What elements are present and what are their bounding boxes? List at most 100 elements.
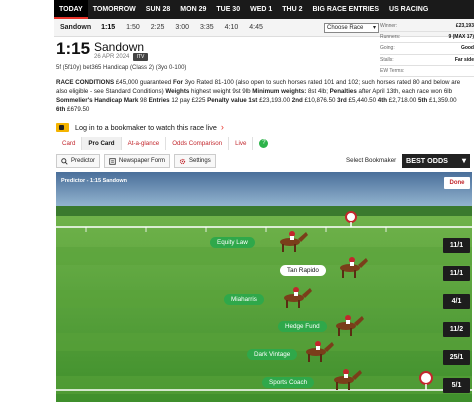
race-time-heading: 1:15 <box>56 39 91 58</box>
conditions-text: 98 <box>138 96 149 104</box>
day-tab-tue30[interactable]: TUE 30 <box>211 0 245 19</box>
race-predictor: Predictor - 1:15 Sandown Done Equity Law… <box>56 172 472 402</box>
bookmaker-login-text: Log in to a bookmaker to watch this race… <box>75 122 217 132</box>
settings-button[interactable]: Settings <box>174 154 216 168</box>
conditions-text: 12 pay £225 <box>169 96 208 104</box>
day-navigation: TODAY TOMORROW SUN 28 MON 29 TUE 30 WED … <box>54 0 474 19</box>
help-icon[interactable]: ? <box>259 139 269 148</box>
conditions-key: Penalties <box>329 87 357 95</box>
info-value: 9 (MAX 17) <box>448 34 474 41</box>
tab-card[interactable]: Card <box>56 137 83 150</box>
newspaper-form-button[interactable]: Newspaper Form <box>104 154 171 168</box>
horse-name-label[interactable]: Miaharris <box>224 294 264 305</box>
day-tab-wed1[interactable]: WED 1 <box>245 0 277 19</box>
big-race-entries-tab[interactable]: BIG RACE ENTRIES <box>308 0 385 19</box>
info-row-going: Going: Good <box>380 43 474 55</box>
tab-odds-comparison[interactable]: Odds Comparison <box>166 137 230 150</box>
race-time-link[interactable]: 2:25 <box>151 24 165 31</box>
conditions-key: Sommelier's Handicap Mark <box>56 96 139 104</box>
chevron-right-icon: › <box>220 122 224 132</box>
conditions-heading: RACE CONDITIONS <box>56 79 115 86</box>
info-value: Good <box>460 45 474 52</box>
tab-pro-card[interactable]: Pro Card <box>82 137 122 150</box>
race-date: 26 APR 2024 <box>94 54 130 60</box>
conditions-key: 6th <box>56 105 66 113</box>
conditions-key: Weights <box>165 87 190 95</box>
info-key: EW Terms: <box>380 67 405 74</box>
conditions-key: 3rd <box>337 96 347 104</box>
settings-label: Settings <box>189 158 211 164</box>
horse-name-label[interactable]: Tan Rapido <box>280 265 326 276</box>
conditions-key: 1st <box>246 96 258 104</box>
conditions-text: £45,000 guaranteed <box>114 79 173 86</box>
horse-odds-badge[interactable]: 11/1 <box>443 266 470 281</box>
race-time-link[interactable]: 1:50 <box>126 24 140 31</box>
predictor-scene <box>56 172 472 402</box>
day-tab-tomorrow[interactable]: TOMORROW <box>88 0 141 19</box>
race-time-link[interactable]: 1:15 <box>101 24 115 31</box>
day-tab-today[interactable]: TODAY <box>54 0 88 19</box>
race-time-link[interactable]: 4:45 <box>249 24 263 31</box>
race-class-line: 5f (5f10y) bet365 Handicap (Class 2) (3y… <box>56 65 187 71</box>
conditions-key: 5th <box>418 96 428 104</box>
horse-odds-badge[interactable]: 11/1 <box>443 238 470 253</box>
conditions-text: £2,718.00 <box>387 96 419 104</box>
conditions-key: Minimum weights: <box>252 87 307 95</box>
predictor-title: Predictor - 1:15 Sandown <box>61 178 128 184</box>
predictor-button[interactable]: Predictor <box>56 154 101 168</box>
info-value: Far side <box>454 56 474 63</box>
horse-odds-badge[interactable]: 5/1 <box>443 378 470 393</box>
horse-name-label[interactable]: Equity Law <box>210 237 255 248</box>
bookmaker-select[interactable]: BEST ODDS <box>402 154 470 168</box>
video-camera-icon <box>56 122 69 132</box>
horse-odds-badge[interactable]: 11/2 <box>443 322 470 337</box>
info-key: Stalls: <box>380 56 394 63</box>
race-time-link[interactable]: 3:35 <box>200 24 214 31</box>
info-key: Runners: <box>380 34 401 41</box>
info-row-runners: Runners: 9 (MAX 17) <box>380 32 474 44</box>
conditions-text: highest weight 9st 9lb <box>189 87 253 95</box>
done-button[interactable]: Done <box>444 177 470 189</box>
us-racing-tab[interactable]: US RACING <box>384 0 433 19</box>
tab-at-a-glance[interactable]: At-a-glance <box>122 137 167 150</box>
conditions-key: 4th <box>377 96 388 104</box>
horse-name-label[interactable]: Sports Coach <box>262 377 315 388</box>
tv-channel-icon: ITV <box>133 53 148 61</box>
race-time-link[interactable]: 3:00 <box>175 24 189 31</box>
conditions-text: 3yo Rated 81-100 (also open to such hors… <box>182 79 461 86</box>
info-row-ew-terms: EW Terms: <box>380 66 474 77</box>
conditions-text: £1,359.00 <box>427 96 457 104</box>
tab-live[interactable]: Live <box>229 137 254 150</box>
choose-race-select[interactable]: Choose Race <box>324 23 379 33</box>
info-row-stalls: Stalls: Far side <box>380 55 474 66</box>
conditions-text: after April 13th, each race won 6lb <box>356 87 453 95</box>
horse-odds-badge[interactable]: 25/1 <box>443 350 470 365</box>
race-venue-heading: Sandown <box>94 40 145 54</box>
conditions-text: £679.50 <box>65 105 90 113</box>
predictor-icon <box>61 157 68 165</box>
conditions-key: Entries <box>148 96 170 104</box>
conditions-key: Penalty value <box>207 96 247 104</box>
day-tab-mon29[interactable]: MON 29 <box>175 0 211 19</box>
racecard-page: TODAY TOMORROW SUN 28 MON 29 TUE 30 WED … <box>0 0 474 402</box>
bookmaker-login-link[interactable]: Log in to a bookmaker to watch this race… <box>56 120 236 134</box>
day-tab-thu2[interactable]: THU 2 <box>277 0 307 19</box>
info-key: Going: <box>380 45 395 52</box>
conditions-key: 2nd <box>291 96 303 104</box>
racecard-tabs: Card Pro Card At-a-glance Odds Compariso… <box>56 137 269 150</box>
info-row-winner: Winner: £23,193 <box>380 21 474 33</box>
meeting-venue[interactable]: Sandown <box>60 24 91 31</box>
horse-odds-badge[interactable]: 4/1 <box>443 294 470 309</box>
horse-name-label[interactable]: Hedge Fund <box>278 321 327 332</box>
race-conditions: RACE CONDITIONS £45,000 guaranteed For 3… <box>56 79 472 115</box>
select-bookmaker-label: Select Bookmaker <box>346 157 397 164</box>
race-info-table: Winner: £23,193 Runners: 9 (MAX 17) Going:… <box>380 21 474 77</box>
day-tab-sun28[interactable]: SUN 28 <box>141 0 176 19</box>
predictor-label: Predictor <box>71 158 96 164</box>
conditions-text: also eligible - see Standard Conditions) <box>56 87 166 95</box>
conditions-text: 8st 4lb; <box>306 87 330 95</box>
conditions-key: For <box>172 79 183 86</box>
horse-name-label[interactable]: Dark Vintage <box>247 349 298 360</box>
race-time-link[interactable]: 4:10 <box>225 24 239 31</box>
newspaper-icon <box>109 157 116 165</box>
